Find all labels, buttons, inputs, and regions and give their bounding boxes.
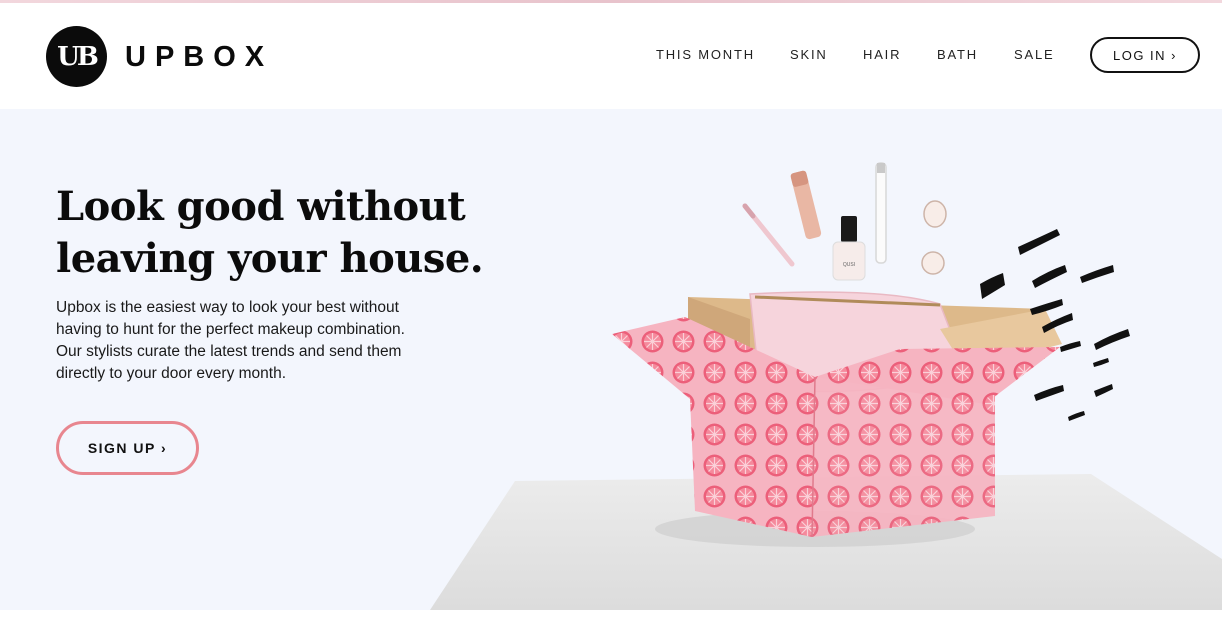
- nail-polish-label: QUSI: [843, 262, 855, 268]
- login-button[interactable]: LOG IN ›: [1090, 37, 1200, 73]
- earring-2: [921, 251, 945, 275]
- hero-description-line-3: Our stylists curate the latest trends an…: [56, 343, 402, 360]
- nav-item-sale[interactable]: SALE: [1014, 47, 1054, 62]
- logo-badge[interactable]: UB: [46, 26, 107, 87]
- hero-description-line-2: having to hunt for the perfect makeup co…: [56, 321, 405, 338]
- lipgloss-tube: [790, 170, 822, 240]
- nav-item-this-month[interactable]: THIS MONTH: [656, 47, 755, 62]
- hero-description: Upbox is the easiest way to look your be…: [56, 297, 476, 385]
- nav-item-hair[interactable]: HAIR: [863, 47, 901, 62]
- lip-brush: [742, 203, 795, 267]
- hero-product-image: QUSI: [430, 162, 1222, 610]
- signup-button[interactable]: SIGN UP ›: [56, 421, 199, 475]
- earring-1: [923, 200, 947, 228]
- site-header: UB UPBOX THIS MONTH SKIN HAIR BATH SALE …: [0, 3, 1222, 109]
- hero-description-line-4: directly to your door every month.: [56, 365, 287, 382]
- nav-item-bath[interactable]: BATH: [937, 47, 978, 62]
- box-front-face: [690, 377, 815, 537]
- page-bottom-band: [0, 610, 1222, 628]
- box-right-face: [812, 377, 995, 537]
- nav-item-skin[interactable]: SKIN: [790, 47, 828, 62]
- nail-polish-bottle: QUSI: [832, 216, 866, 281]
- logo-text: UB: [57, 41, 99, 72]
- perfume-vial: [875, 162, 887, 264]
- hero-description-line-1: Upbox is the easiest way to look your be…: [56, 299, 399, 316]
- hero-section: Look good without leaving your house. Up…: [0, 109, 1222, 610]
- brand-name[interactable]: UPBOX: [125, 41, 273, 74]
